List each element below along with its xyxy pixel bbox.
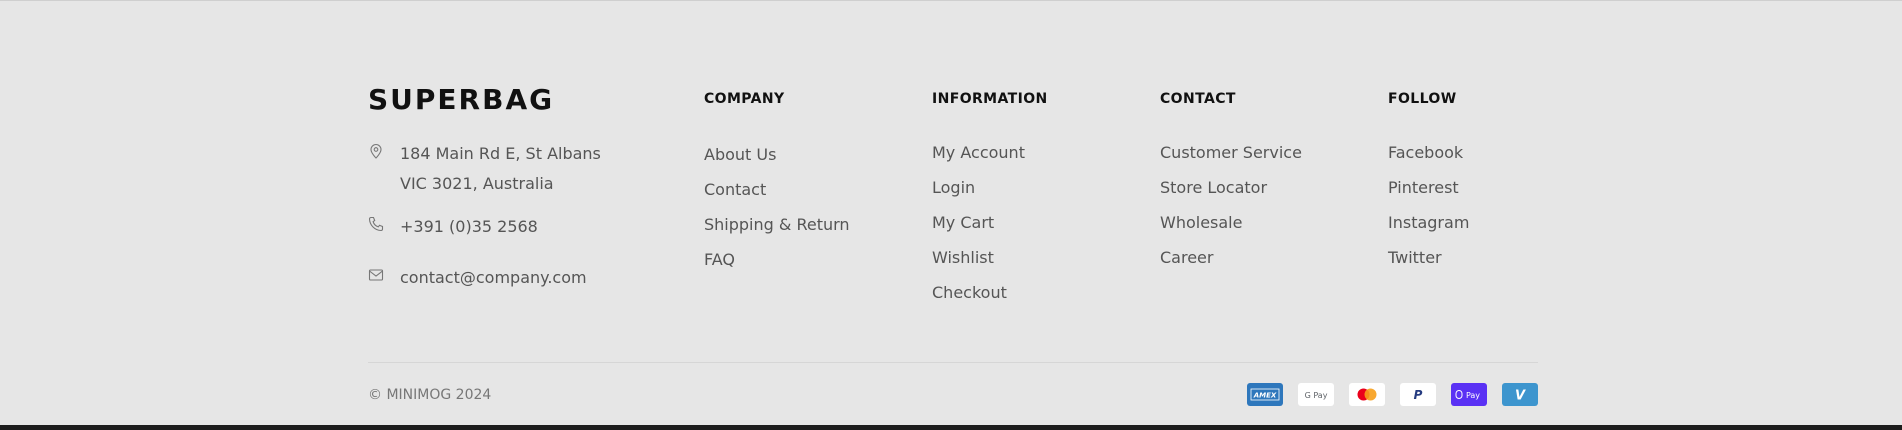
footer-column-company: COMPANY About Us Contact Shipping & Retu… <box>704 88 850 269</box>
mastercard-icon <box>1349 383 1385 406</box>
phone-number[interactable]: +391 (0)35 2568 <box>400 212 538 242</box>
footer-link-wishlist[interactable]: Wishlist <box>932 240 1152 275</box>
footer-link-checkout[interactable]: Checkout <box>932 275 1152 310</box>
column-title-company: COMPANY <box>704 91 785 107</box>
phone: +391 (0)35 2568 <box>368 212 538 242</box>
paypal-icon: P <box>1400 383 1436 406</box>
footer-link-faq[interactable]: FAQ <box>704 242 924 277</box>
svg-text:G Pay: G Pay <box>1305 391 1328 400</box>
footer-link-twitter[interactable]: Twitter <box>1388 240 1608 275</box>
bottom-bar <box>0 425 1902 430</box>
payment-methods: AMEX G Pay P Pay V <box>1247 383 1538 406</box>
footer-link-instagram[interactable]: Instagram <box>1388 205 1608 240</box>
svg-text:V: V <box>1515 389 1526 404</box>
footer-link-login[interactable]: Login <box>932 170 1152 205</box>
footer-link-customer-service[interactable]: Customer Service <box>1160 135 1380 170</box>
footer-link-store-locator[interactable]: Store Locator <box>1160 170 1380 205</box>
column-title-information: INFORMATION <box>932 91 1048 107</box>
map-pin-icon <box>368 143 384 159</box>
phone-icon <box>368 216 384 232</box>
copyright-text: © MINIMOG 2024 <box>368 387 492 403</box>
site-footer: SUPERBAG 184 Main Rd E, St Albans VIC 30… <box>368 0 1538 425</box>
email-address[interactable]: contact@company.com <box>400 263 587 293</box>
venmo-icon: V <box>1502 383 1538 406</box>
footer-column-contact: CONTACT Customer Service Store Locator W… <box>1160 88 1302 267</box>
footer-column-follow: FOLLOW Facebook Pinterest Instagram Twit… <box>1388 88 1469 267</box>
amex-icon: AMEX <box>1247 383 1283 406</box>
footer-link-facebook[interactable]: Facebook <box>1388 135 1608 170</box>
column-title-contact: CONTACT <box>1160 91 1236 107</box>
column-title-follow: FOLLOW <box>1388 91 1457 107</box>
svg-text:AMEX: AMEX <box>1253 392 1277 400</box>
mail-icon <box>368 267 384 283</box>
footer-link-my-account[interactable]: My Account <box>932 135 1152 170</box>
footer-link-my-cart[interactable]: My Cart <box>932 205 1152 240</box>
footer-divider <box>368 362 1538 363</box>
svg-text:P: P <box>1414 388 1423 402</box>
google-pay-icon: G Pay <box>1298 383 1334 406</box>
brand-logo[interactable]: SUPERBAG <box>368 82 554 118</box>
address-line-2: VIC 3021, Australia <box>400 174 554 193</box>
footer-link-wholesale[interactable]: Wholesale <box>1160 205 1380 240</box>
address-line-1: 184 Main Rd E, St Albans <box>400 144 601 163</box>
svg-text:Pay: Pay <box>1466 391 1480 400</box>
footer-link-contact[interactable]: Contact <box>704 172 924 207</box>
footer-link-career[interactable]: Career <box>1160 240 1380 275</box>
footer-column-information: INFORMATION My Account Login My Cart Wis… <box>932 88 1048 302</box>
shop-pay-icon: Pay <box>1451 383 1487 406</box>
footer-link-shipping-return[interactable]: Shipping & Return <box>704 207 924 242</box>
footer-link-pinterest[interactable]: Pinterest <box>1388 170 1608 205</box>
address: 184 Main Rd E, St Albans VIC 3021, Austr… <box>368 139 601 199</box>
footer-link-about-us[interactable]: About Us <box>704 137 924 172</box>
email: contact@company.com <box>368 263 587 293</box>
